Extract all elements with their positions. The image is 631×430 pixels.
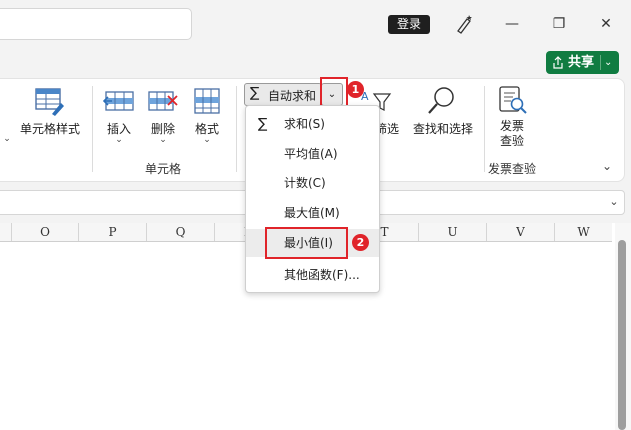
invoice-label-line1: 发票 — [499, 119, 524, 133]
column-header[interactable]: U — [419, 223, 487, 241]
menu-item-more-functions[interactable]: 其他函数(F)... — [246, 261, 379, 289]
share-button[interactable]: 共享 ⌄ — [546, 51, 619, 74]
group-separator — [92, 86, 93, 172]
menu-item-label: 其他函数(F)... — [284, 268, 360, 282]
annotation-badge-2: 2 — [352, 234, 369, 251]
login-button[interactable]: 登录 — [388, 15, 430, 34]
group-separator — [236, 86, 237, 172]
find-select-label[interactable]: 查找和选择 — [410, 120, 476, 137]
copilot-pen-icon[interactable] — [452, 12, 476, 36]
delete-cells-icon[interactable] — [147, 88, 179, 116]
left-group-caret[interactable]: ⌄ — [2, 134, 12, 144]
column-header[interactable]: W — [555, 223, 612, 241]
close-button[interactable]: ✕ — [594, 12, 618, 36]
format-cells-icon[interactable] — [191, 86, 223, 116]
menu-item-label: 计数(C) — [284, 176, 326, 190]
search-input[interactable] — [0, 8, 192, 40]
share-label: 共享 — [568, 55, 595, 70]
minimize-button[interactable]: — — [500, 12, 524, 36]
annotation-highlight-2 — [265, 227, 348, 259]
cells-group-label: 单元格 — [144, 162, 181, 176]
menu-item-count[interactable]: 计数(C) — [246, 169, 379, 197]
sigma-icon: ∑ — [258, 116, 268, 132]
sigma-icon: ∑ — [250, 85, 260, 101]
find-search-icon[interactable] — [424, 84, 460, 118]
menu-item-label: 求和(S) — [284, 117, 325, 131]
autosum-button[interactable]: ∑ 自动求和 — [244, 83, 322, 106]
cell-style-label[interactable]: 单元格样式 — [18, 120, 82, 137]
menu-item-max[interactable]: 最大值(M) — [246, 199, 379, 227]
scrollbar-thumb[interactable] — [618, 240, 626, 430]
svg-text:A: A — [361, 90, 369, 103]
share-divider — [600, 55, 601, 70]
menu-item-label: 平均值(A) — [284, 147, 338, 161]
autosum-label: 自动求和 — [268, 89, 317, 103]
column-header[interactable]: O — [12, 223, 79, 241]
column-header[interactable]: V — [487, 223, 555, 241]
insert-cells-icon[interactable] — [102, 88, 135, 116]
invoice-label-line2: 查验 — [499, 134, 524, 148]
menu-item-label: 最大值(M) — [284, 206, 340, 220]
menu-item-average[interactable]: 平均值(A) — [246, 140, 379, 168]
format-dropdown-icon[interactable]: ⌄ — [200, 135, 214, 145]
autosum-menu: ∑ 求和(S) 平均值(A) 计数(C) 最大值(M) 最小值(I) 其他函数(… — [245, 105, 380, 293]
delete-dropdown-icon[interactable]: ⌄ — [156, 135, 170, 145]
ribbon-collapse-icon[interactable]: ⌄ — [600, 159, 614, 173]
cell-style-icon[interactable] — [34, 86, 66, 118]
insert-dropdown-icon[interactable]: ⌄ — [112, 135, 126, 145]
invoice-check-button[interactable]: 发票 查验 — [494, 119, 530, 149]
column-header[interactable]: Q — [147, 223, 215, 241]
column-header-partial[interactable] — [0, 223, 12, 241]
column-header[interactable]: P — [79, 223, 147, 241]
menu-item-sum[interactable]: ∑ 求和(S) — [246, 110, 379, 138]
share-dropdown-icon[interactable]: ⌄ — [604, 51, 612, 74]
invoice-check-icon[interactable] — [496, 84, 528, 116]
formula-expand-icon[interactable]: ⌄ — [607, 195, 621, 208]
invoice-group-label: 发票查验 — [487, 162, 536, 176]
restore-button[interactable]: ❐ — [547, 12, 571, 36]
